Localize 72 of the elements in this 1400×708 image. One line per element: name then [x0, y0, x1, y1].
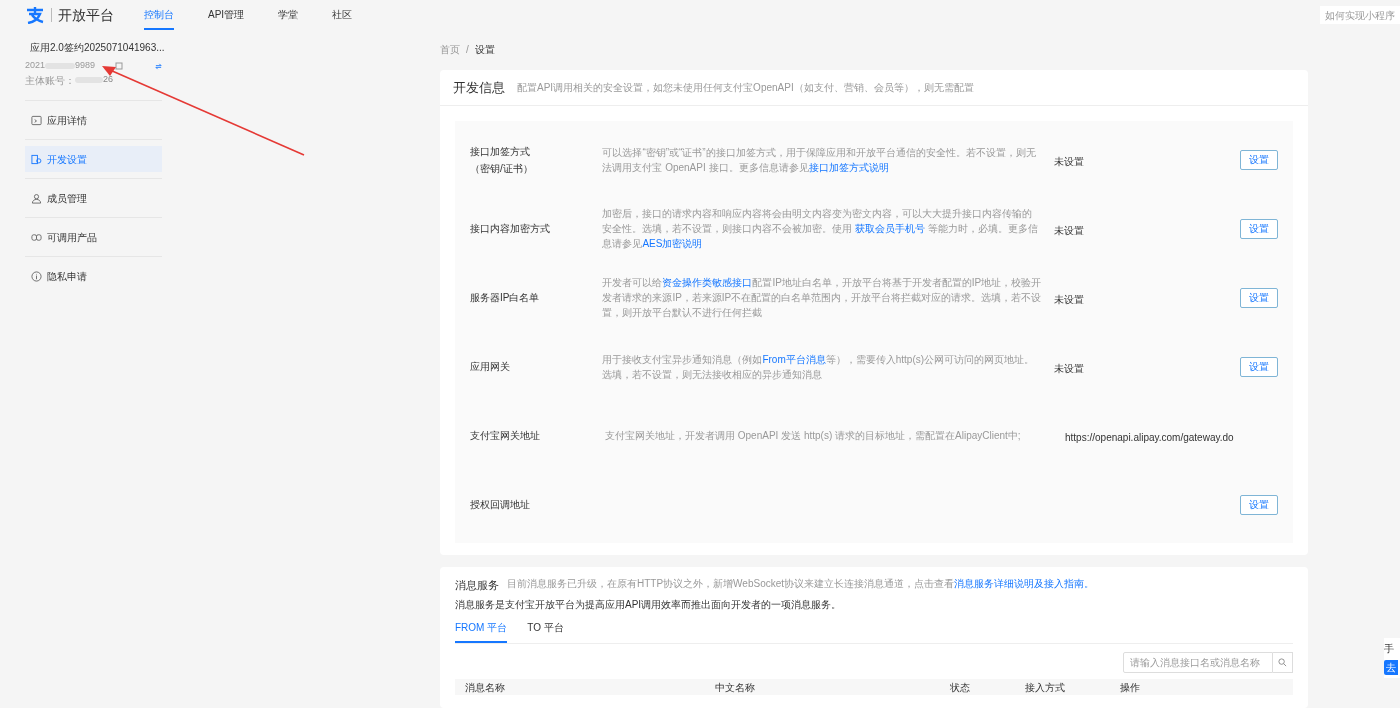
tab[interactable]: TO 平台	[527, 619, 564, 643]
set-button[interactable]: 设置	[1240, 356, 1278, 377]
set-button[interactable]: 设置	[1240, 494, 1278, 515]
status-text: 未设置	[1053, 362, 1084, 374]
description-text: 目前消息服务已升级，在原有HTTP协议之外，新增WebSocket协议来建立长连接消息通道，点击查看消息服务详细说明及接入指南。	[507, 577, 1096, 591]
help-search-field[interactable]: 如何实现小程序	[1320, 6, 1400, 24]
setting-label: 应用网关	[470, 360, 511, 374]
breadcrumb-link[interactable]: 首页	[440, 41, 460, 57]
status-text: 未设置	[1053, 224, 1084, 236]
setting-label: 服务器IP白名单	[470, 291, 541, 305]
description-text: 可以选择“密钥”或“证书”的接口加签方式，用于保障应用和开放平台通信的安全性。若不设置，则无法调用支付宝 OpenAPI 接口。更多信息请参见接口加签方式说明	[602, 145, 1037, 175]
account-label: 主体账号：	[25, 73, 75, 88]
description-text: 加密后，接口的请求内容和响应内容将会由明文内容变为密文内容，可以大大提升接口内容传输的安全性。选填，若不设置，则接口内容不会被加密。使用 获取会员手机号 等能力时，必填。更多信息请参见AES加密说明	[602, 207, 1039, 251]
brand-title: 开放平台	[58, 5, 114, 25]
help-link[interactable]: AES加密说明	[642, 238, 703, 249]
breadcrumb-current: 设置	[474, 42, 495, 57]
section-title: 开发信息	[453, 78, 505, 97]
account-text: 26	[103, 73, 113, 87]
nav-tab[interactable]: 社区	[332, 0, 353, 30]
document-icon	[31, 114, 42, 126]
help-link[interactable]: 获取会员手机号	[855, 223, 926, 234]
info-icon	[31, 270, 42, 282]
tab[interactable]: FROM 平台	[455, 619, 508, 643]
set-button[interactable]: 设置	[1240, 149, 1278, 170]
setting-label: 接口内容加密方式	[470, 222, 551, 236]
app-id-text: 2021	[25, 59, 46, 73]
link-icon	[31, 231, 42, 243]
floating-label: 手	[1384, 642, 1394, 656]
setting-label: 支付宝网关地址	[470, 429, 541, 443]
section-title: 消息服务	[455, 578, 499, 593]
description-text: 用于接收支付宝异步通知消息（例如From平台消息等），需要传入http(s)公网可访问的网页地址。选填，若不设置，则无法接收相应的异步通知消息	[602, 352, 1036, 382]
setting-label: （密钥/证书）	[470, 161, 534, 176]
set-button[interactable]: 设置	[1240, 218, 1278, 239]
column-header: 操作	[1120, 680, 1140, 695]
nav-tab[interactable]: API管理	[208, 0, 245, 30]
search-button[interactable]	[1273, 651, 1293, 673]
app-name: 应用2.0签约2025071041963...	[30, 41, 165, 55]
help-link[interactable]: 消息服务详细说明及接入指南。	[954, 578, 1095, 589]
copy-icon[interactable]	[115, 62, 124, 70]
status-text: 未设置	[1053, 293, 1084, 305]
floating-button[interactable]: 去	[1384, 660, 1398, 675]
search-icon	[1278, 657, 1287, 667]
section-description: 消息服务是支付宝开放平台为提高应用API调用效率而推出面向开发者的一项消息服务。	[455, 597, 843, 612]
search-field[interactable]: 请输入消息接口名或消息名称	[1123, 651, 1273, 673]
logo-icon	[25, 6, 45, 24]
nav-tab[interactable]: 控制台	[144, 0, 174, 30]
set-button[interactable]: 设置	[1240, 287, 1278, 308]
section-subtitle: 配置API调用相关的安全设置，如您未使用任何支付宝OpenAPI（如支付、营销、会员等），则无需配置	[517, 81, 974, 95]
status-text: https://openapi.alipay.com/gateway.do	[1065, 431, 1234, 443]
help-link[interactable]: From平台消息	[762, 353, 826, 365]
user-icon	[31, 192, 42, 204]
sidebar-item[interactable]: 成员管理	[25, 185, 162, 211]
description-text: 开发者可以给资金操作类敏感接口配置IP地址白名单，开放平台将基于开发者配置的IP地址，校验开发者请求的来源IP，若来源IP不在配置的白名单范围内，开放平台将拦截对应的请求。选填，若不设置，则开放平台默认不进行任何拦截	[602, 276, 1042, 320]
sidebar-item[interactable]: 可调用产品	[25, 224, 162, 250]
switch-icon[interactable]	[155, 62, 162, 70]
sidebar-item[interactable]: 隐私申请	[25, 263, 162, 289]
setting-label: 授权回调地址	[470, 498, 531, 512]
status-text: 未设置	[1053, 155, 1084, 167]
column-header: 消息名称	[464, 680, 506, 695]
column-header: 接入方式	[1025, 680, 1066, 695]
nav-tab[interactable]: 学堂	[278, 0, 299, 30]
settings-icon	[31, 153, 42, 165]
help-link[interactable]: 接口加签方式说明	[808, 161, 889, 173]
description-text: 支付宝网关地址，开发者调用 OpenAPI 发送 http(s) 请求的目标地址，需配置在AlipayClient中;	[605, 429, 1022, 443]
setting-label: 接口加签方式	[470, 144, 531, 159]
sidebar-item[interactable]: 开发设置	[25, 146, 162, 172]
help-link[interactable]: 资金操作类敏感接口	[662, 277, 753, 288]
column-header: 中文名称	[715, 680, 756, 695]
breadcrumb-separator: /	[466, 42, 469, 57]
app-id-text: 9989	[75, 59, 96, 73]
column-header: 状态	[950, 680, 971, 695]
sidebar-item[interactable]: 应用详情	[25, 107, 162, 133]
